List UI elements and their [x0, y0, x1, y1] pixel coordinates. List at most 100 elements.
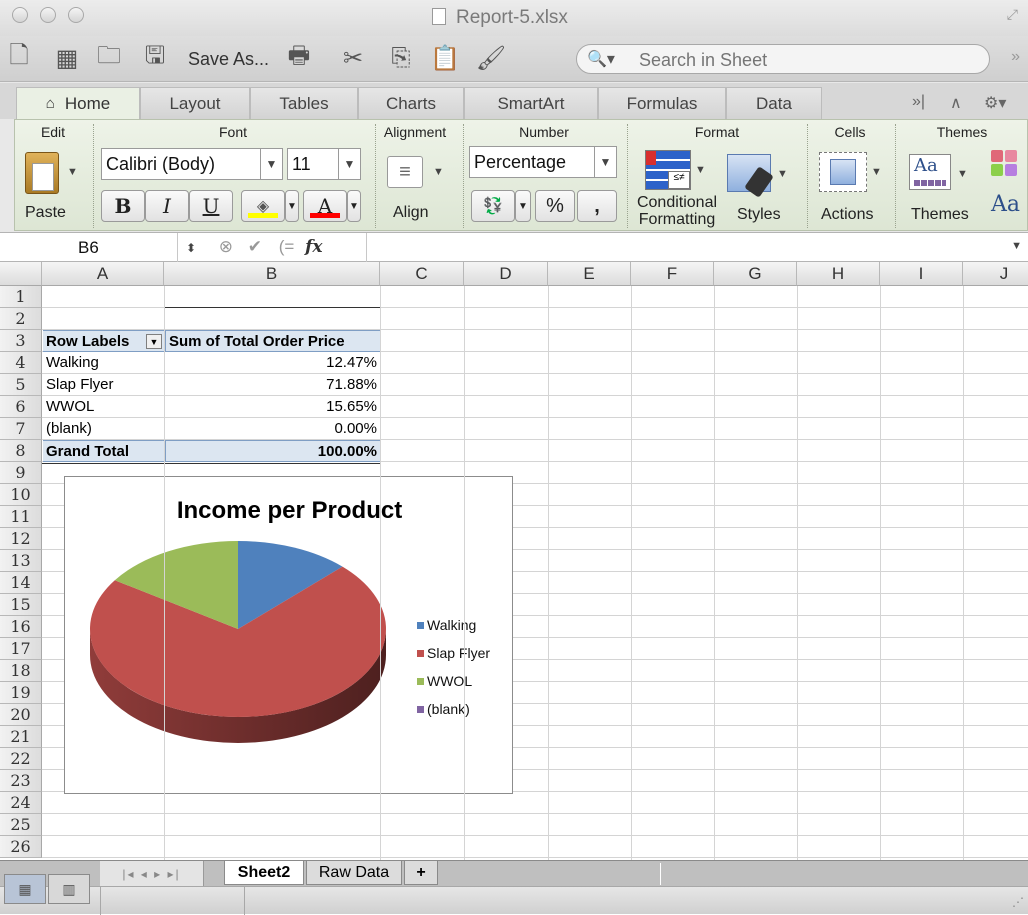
function-wizard-icon[interactable]: (=	[279, 237, 295, 256]
pivot-row-label[interactable]: Slap Flyer	[43, 374, 164, 396]
tab-home[interactable]: ⌂ Home	[16, 87, 140, 119]
cut-icon[interactable]: ✂	[336, 42, 370, 74]
row-header-10[interactable]: 10	[0, 484, 42, 506]
percent-style-button[interactable]: %	[535, 190, 575, 222]
column-header-c[interactable]: C	[380, 262, 464, 286]
font-color-button[interactable]: A	[303, 190, 347, 222]
pivot-grand-total-value[interactable]: 100.00%	[165, 440, 380, 462]
bold-button[interactable]: B	[101, 190, 145, 222]
paste-toolbar-icon[interactable]: 📋	[428, 42, 462, 74]
cell-actions-button[interactable]: ▼ Actions	[815, 148, 893, 230]
row-header-12[interactable]: 12	[0, 528, 42, 550]
row-header-7[interactable]: 7	[0, 418, 42, 440]
fill-color-dropdown[interactable]: ▼	[285, 190, 299, 222]
font-color-dropdown[interactable]: ▼	[347, 190, 361, 222]
resize-grip-icon[interactable]: ⋰	[1012, 895, 1024, 909]
collapse-ribbon-icon[interactable]: ∧	[950, 93, 962, 113]
row-header-24[interactable]: 24	[0, 792, 42, 814]
styles-button[interactable]: ▼ Styles	[727, 148, 803, 230]
cancel-icon[interactable]: ⊗	[219, 237, 233, 256]
row-header-13[interactable]: 13	[0, 550, 42, 572]
select-all-corner[interactable]	[0, 262, 42, 286]
row-header-9[interactable]: 9	[0, 462, 42, 484]
row-header-21[interactable]: 21	[0, 726, 42, 748]
row-header-26[interactable]: 26	[0, 836, 42, 858]
underline-button[interactable]: U	[189, 190, 233, 222]
number-format-select[interactable]: Percentage ▼	[469, 146, 617, 178]
add-sheet-button[interactable]: +	[404, 861, 438, 885]
pivot-value-header[interactable]: Sum of Total Order Price	[165, 330, 380, 352]
fill-color-button[interactable]: ◈	[241, 190, 285, 222]
column-header-i[interactable]: I	[880, 262, 963, 286]
templates-icon[interactable]: ▦	[50, 42, 84, 74]
stepper-icon[interactable]: ⬍	[186, 241, 196, 255]
search-input[interactable]	[627, 47, 987, 73]
column-header-e[interactable]: E	[548, 262, 631, 286]
pivot-row-value[interactable]: 15.65%	[165, 396, 380, 418]
fx-icon[interactable]: fx	[305, 237, 322, 257]
pivot-row-label[interactable]: Walking	[43, 352, 164, 374]
row-header-11[interactable]: 11	[0, 506, 42, 528]
pivot-grand-total-label[interactable]: Grand Total	[43, 440, 164, 462]
tab-charts[interactable]: Charts	[358, 87, 464, 119]
row-header-19[interactable]: 19	[0, 682, 42, 704]
save-as-button[interactable]: Save As...	[188, 49, 269, 70]
minimize-window-button[interactable]	[40, 7, 56, 23]
align-button[interactable]: ≡ ▼ Align	[385, 152, 455, 226]
toolbar-overflow-icon[interactable]: »	[1011, 48, 1020, 66]
name-box[interactable]: B6	[0, 233, 178, 262]
gear-icon[interactable]: ⚙▾	[984, 93, 1006, 113]
new-document-icon[interactable]: 🗋	[2, 42, 36, 74]
pivot-row-label[interactable]: (blank)	[43, 418, 164, 440]
themes-button[interactable]: Aa ▼ Themes	[907, 148, 977, 230]
tab-layout[interactable]: Layout	[140, 87, 250, 119]
row-header-1[interactable]: 1	[0, 286, 42, 308]
chevron-down-icon[interactable]: ▼	[1011, 240, 1022, 252]
font-name-select[interactable]: Calibri (Body) ▼	[101, 148, 283, 180]
row-header-8[interactable]: 8	[0, 440, 42, 462]
format-painter-icon[interactable]: 🖌	[474, 42, 508, 74]
row-header-4[interactable]: 4	[0, 352, 42, 374]
font-themes-icon[interactable]: Aa	[991, 192, 1020, 217]
row-header-3[interactable]: 3	[0, 330, 42, 352]
open-folder-icon[interactable]: 🗀	[92, 42, 126, 74]
tab-smartart[interactable]: SmartArt	[464, 87, 598, 119]
column-header-d[interactable]: D	[464, 262, 548, 286]
row-header-17[interactable]: 17	[0, 638, 42, 660]
column-header-a[interactable]: A	[42, 262, 164, 286]
normal-view-button[interactable]: ▦	[4, 874, 46, 904]
currency-format-button[interactable]: 💱	[471, 190, 515, 222]
print-icon[interactable]: 🖶	[282, 42, 316, 74]
copy-icon[interactable]: ⎘	[384, 42, 418, 74]
column-header-h[interactable]: H	[797, 262, 880, 286]
color-themes-icon[interactable]	[991, 150, 1023, 180]
pivot-row-value[interactable]: 12.47%	[165, 352, 380, 374]
sheet-tab-raw-data[interactable]: Raw Data	[306, 861, 402, 885]
row-header-20[interactable]: 20	[0, 704, 42, 726]
confirm-icon[interactable]: ✔	[248, 237, 262, 256]
filter-dropdown-icon[interactable]: ▼	[146, 334, 162, 349]
search-icon[interactable]: 🔍▾	[587, 49, 615, 69]
comma-style-button[interactable]: ,	[577, 190, 617, 222]
currency-dropdown[interactable]: ▼	[515, 190, 531, 222]
row-header-23[interactable]: 23	[0, 770, 42, 792]
close-window-button[interactable]	[12, 7, 28, 23]
italic-button[interactable]: I	[145, 190, 189, 222]
pivot-row-labels-header[interactable]: Row Labels ▼	[43, 330, 164, 352]
sheet-tab-sheet2[interactable]: Sheet2	[224, 861, 304, 885]
conditional-formatting-button[interactable]: ≤≠ ▼ Conditional Formatting	[629, 148, 725, 230]
pivot-row-value[interactable]: 71.88%	[165, 374, 380, 396]
sheet-navigation-arrows[interactable]: |◂ ◂ ▸ ▸|	[100, 861, 204, 886]
row-header-18[interactable]: 18	[0, 660, 42, 682]
spreadsheet-grid[interactable]: 26 25 24 23 22 21 20 19 18 17 16 15 14 13 12 11 10 9 8 7 6 5 4…	[0, 262, 1028, 860]
tab-data[interactable]: Data	[726, 87, 822, 119]
tab-formulas[interactable]: Formulas	[598, 87, 726, 119]
save-icon[interactable]: 🖫	[138, 42, 172, 74]
font-size-select[interactable]: 11 ▼	[287, 148, 361, 180]
pivot-row-label[interactable]: WWOL	[43, 396, 164, 418]
row-header-2[interactable]: 2	[0, 308, 42, 330]
pie-chart[interactable]: Income per Product Walking Slap Flyer WWOL…	[64, 476, 513, 794]
fullscreen-icon[interactable]: ⤢	[1007, 6, 1018, 23]
column-header-b[interactable]: B	[164, 262, 380, 286]
column-header-g[interactable]: G	[714, 262, 797, 286]
